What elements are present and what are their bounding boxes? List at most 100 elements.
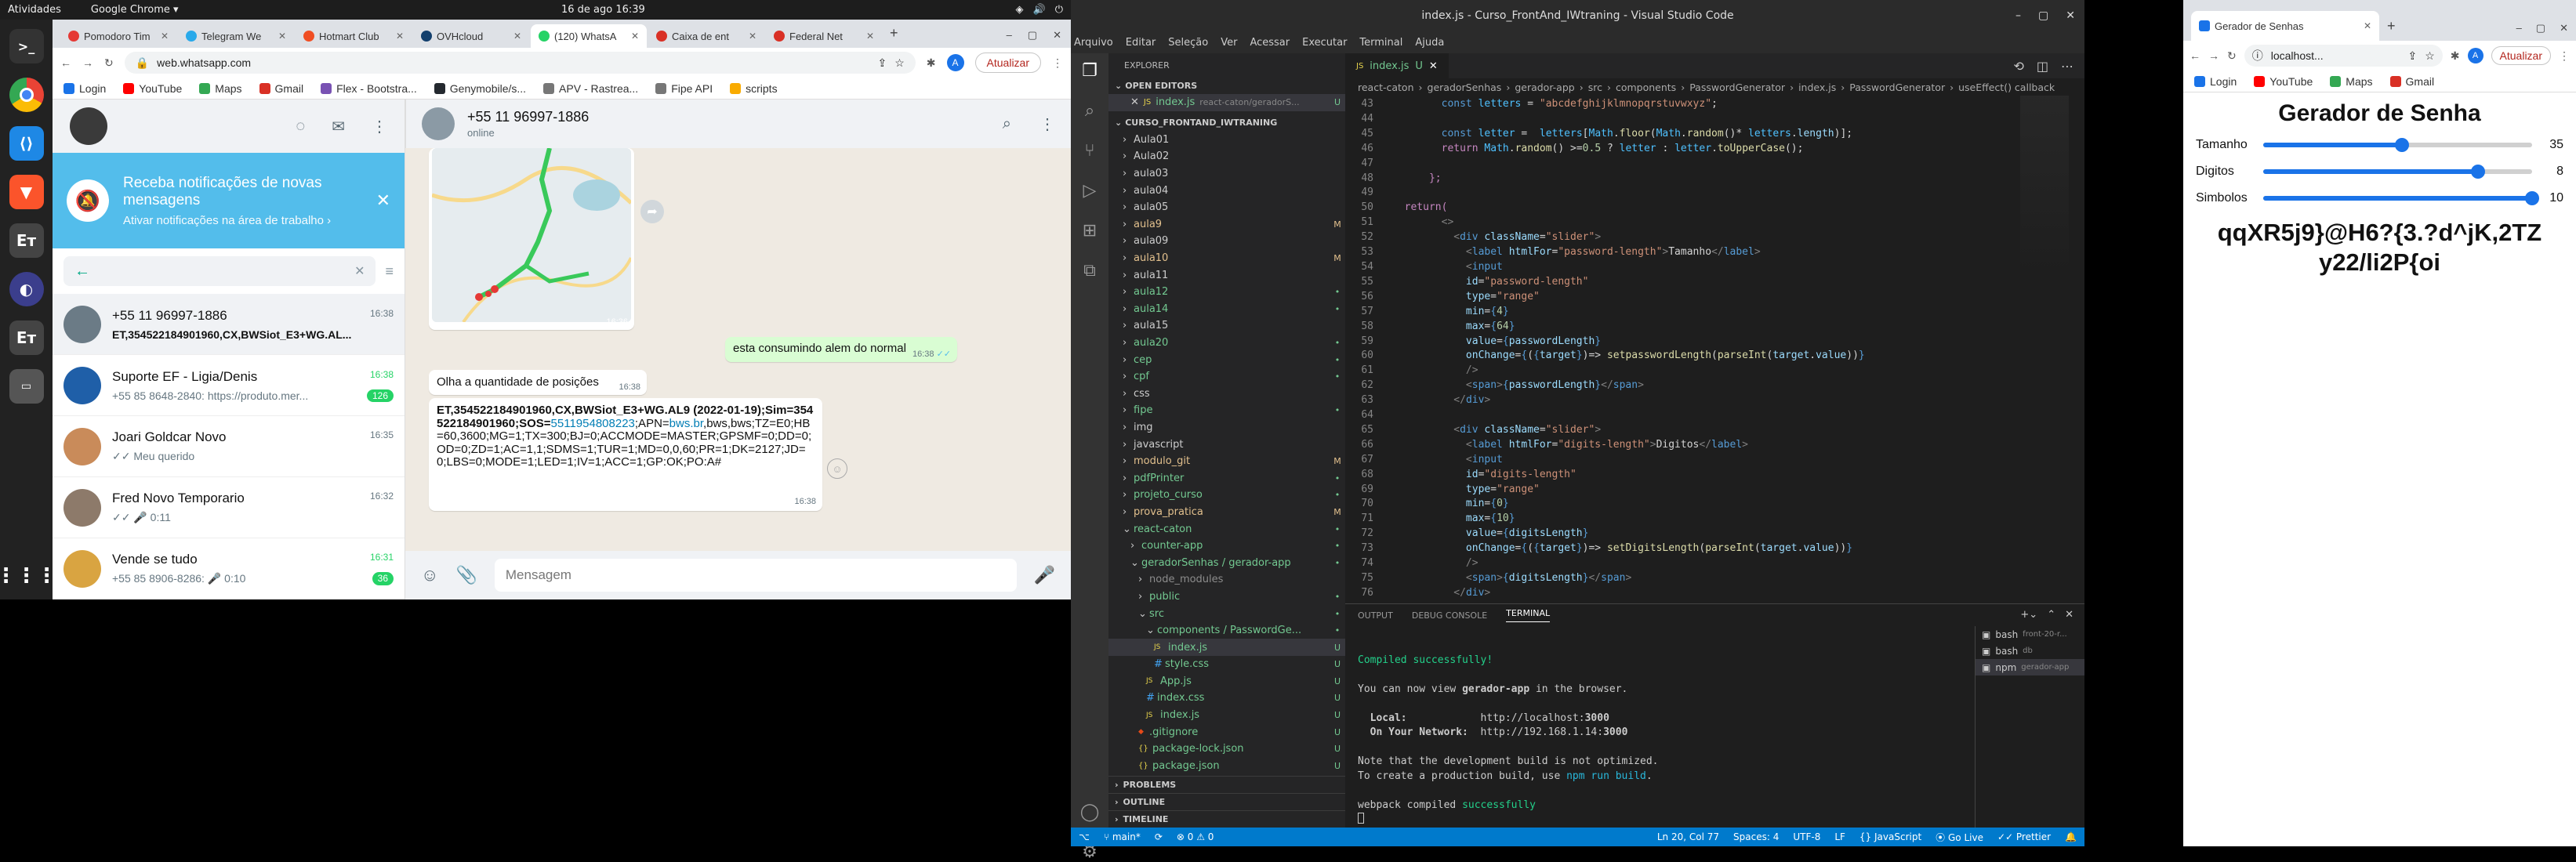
et-app-icon[interactable]: Eт (9, 223, 44, 258)
communities-icon[interactable]: ◌ (296, 118, 305, 136)
breadcrumb-item[interactable]: react-caton (1358, 81, 1414, 93)
problems-count[interactable]: ⊗ 0 ⚠ 0 (1177, 831, 1214, 842)
search-input[interactable]: ← ✕ (63, 256, 376, 286)
sidebar-section[interactable]: › PROBLEMS (1108, 776, 1345, 793)
forward-icon[interactable]: → (82, 56, 93, 69)
tree-item[interactable]: › cpf • (1108, 368, 1345, 386)
tree-item[interactable]: › projeto_curso • (1108, 487, 1345, 504)
menu-icon[interactable]: ⋮ (1039, 114, 1055, 134)
tree-item[interactable]: › modulo_git M (1108, 453, 1345, 470)
open-editors-section[interactable]: ⌄ OPEN EDITORS (1108, 77, 1345, 94)
message-input[interactable]: Mensagem (494, 559, 1017, 592)
location-message[interactable]: 16:36 (429, 148, 634, 330)
tree-item[interactable]: › node_modules (1108, 571, 1345, 589)
chrome-icon[interactable] (9, 78, 44, 112)
tree-item[interactable]: › public • (1108, 589, 1345, 606)
extensions-icon[interactable]: ✱ (927, 56, 936, 70)
tree-item[interactable]: ⌄ geradorSenhas / gerador-app • (1108, 554, 1345, 571)
terminal-output[interactable]: Compiled successfully! You can now view … (1358, 639, 1969, 829)
profile-icon[interactable]: A (946, 54, 964, 71)
menu-item[interactable]: Ver (1221, 37, 1237, 49)
panel-tab[interactable]: TERMINAL (1506, 608, 1551, 622)
editor-tab-index[interactable]: JS index.js U ✕ (1345, 53, 1449, 78)
notifications-icon[interactable]: 🔔 (2065, 831, 2077, 842)
circle-app-icon[interactable]: ◐ (9, 272, 44, 306)
tree-item[interactable]: ⌄ src • (1108, 605, 1345, 622)
system-tray[interactable]: ◈ 🔊 ⏻ (1016, 4, 1063, 16)
address-bar[interactable]: 🔒 web.whatsapp.com ⇪ ☆ (124, 52, 916, 74)
language-mode[interactable]: {} JavaScript (1859, 831, 1921, 842)
sidebar-section[interactable]: › TIMELINE (1108, 810, 1345, 828)
show-apps-icon[interactable]: ⋮⋮⋮ (0, 559, 57, 593)
bookmark-item[interactable]: Flex - Bootstra... (321, 82, 417, 95)
back-icon[interactable]: ← (2190, 49, 2200, 62)
close-icon[interactable]: ✕ (2560, 22, 2568, 34)
extensions-icon[interactable]: ⊞ (1083, 221, 1097, 241)
tree-item[interactable]: › pdfPrinter • (1108, 469, 1345, 487)
reload-icon[interactable]: ↻ (2227, 49, 2237, 63)
indentation[interactable]: Spaces: 4 (1733, 831, 1779, 842)
tab-gerador[interactable]: Gerador de Senhas ✕ (2191, 11, 2379, 41)
new-terminal-icon[interactable]: +⌄ (2020, 609, 2037, 621)
close-tab-icon[interactable]: ✕ (1429, 60, 1438, 72)
tree-item[interactable]: JS index.js U (1108, 639, 1345, 656)
tree-item[interactable]: › aula15 (1108, 317, 1345, 335)
tree-item[interactable]: JS App.js U (1108, 673, 1345, 690)
clear-icon[interactable]: ✕ (354, 263, 365, 279)
close-icon[interactable]: ✕ (376, 190, 390, 211)
search-icon[interactable]: ⌕ (1085, 101, 1094, 121)
account-icon[interactable]: ◯ (1080, 802, 1100, 822)
tree-item[interactable]: › aula05 (1108, 199, 1345, 216)
chat-item[interactable]: Fred Novo Temporario 16:32 ✓✓ 🎤 0:11 (53, 477, 405, 538)
breadcrumb-item[interactable]: PasswordGenerator (1849, 81, 1945, 93)
tree-item[interactable]: › aula20 • (1108, 335, 1345, 352)
terminal-instance[interactable]: ▣ npm gerador-app (1976, 659, 2084, 675)
tree-item[interactable]: › cep • (1108, 351, 1345, 368)
emoji-react-icon[interactable]: ☺ (827, 458, 847, 479)
close-tab-icon[interactable]: ✕ (631, 31, 639, 42)
chat-item[interactable]: Joari Goldcar Novo 16:35 ✓✓ Meu querido (53, 416, 405, 477)
bookmark-item[interactable]: Maps (2330, 75, 2373, 88)
et-app-2-icon[interactable]: Eт (9, 321, 44, 355)
app-menu[interactable]: Google Chrome ▾ (91, 4, 179, 16)
tree-item[interactable]: › aula09 (1108, 233, 1345, 250)
prettier[interactable]: ✓✓ Prettier (1997, 831, 2051, 842)
tree-item[interactable]: › fipe • (1108, 402, 1345, 419)
remote-icon[interactable]: ⧉ (1083, 261, 1096, 281)
tree-item[interactable]: › Aula01 (1108, 132, 1345, 149)
slider-thumb[interactable] (2525, 191, 2539, 205)
new-chat-icon[interactable]: ✉ (332, 117, 345, 136)
close-panel-icon[interactable]: ✕ (2065, 609, 2073, 621)
tree-item[interactable]: › aula04 (1108, 182, 1345, 199)
slider-thumb[interactable] (2395, 138, 2410, 152)
tree-item[interactable]: › aula9 M (1108, 216, 1345, 234)
tree-item[interactable]: ⌄ components / PasswordGe... • (1108, 622, 1345, 639)
more-actions-icon[interactable]: ⋯ (2061, 59, 2073, 74)
profile-icon[interactable]: A (2467, 48, 2483, 63)
cursor-position[interactable]: Ln 20, Col 77 (1657, 831, 1719, 842)
browser-tab[interactable]: Federal Net ✕ (766, 24, 882, 48)
menu-item[interactable]: Acessar (1250, 37, 1290, 49)
menu-item[interactable]: Arquivo (1074, 37, 1113, 49)
vscode-icon[interactable]: ⟨⟩ (9, 126, 44, 161)
breadcrumb-item[interactable]: index.js (1798, 81, 1836, 93)
breadcrumb-item[interactable]: useEffect() callback (1958, 81, 2055, 93)
bookmark-item[interactable]: Genymobile/s... (434, 82, 526, 95)
breadcrumb-item[interactable]: gerador-app (1515, 81, 1574, 93)
tree-item[interactable]: › css (1108, 386, 1345, 403)
menu-item[interactable]: Editar (1126, 37, 1156, 49)
close-tab-icon[interactable]: ✕ (396, 31, 404, 42)
run-debug-icon[interactable]: ▷ (1083, 181, 1097, 201)
share-icon[interactable]: ⇪ (2408, 49, 2418, 63)
bookmark-item[interactable]: Gmail (2389, 75, 2434, 88)
star-icon[interactable]: ☆ (2425, 49, 2435, 63)
files-icon[interactable]: ▭ (9, 369, 44, 404)
browser-tab[interactable]: Telegram We ✕ (178, 24, 294, 48)
close-tab-icon[interactable]: ✕ (749, 31, 756, 42)
close-icon[interactable]: ✕ (1053, 29, 1061, 42)
close-tab-icon[interactable]: ✕ (278, 31, 286, 42)
address-bar[interactable]: ⓘ localhost... ⇪ ☆ (2244, 45, 2443, 67)
maximize-icon[interactable]: ▢ (2536, 22, 2545, 34)
sidebar-section[interactable]: › OUTLINE (1108, 793, 1345, 810)
tree-item[interactable]: {} package-lock.json U (1108, 741, 1345, 758)
